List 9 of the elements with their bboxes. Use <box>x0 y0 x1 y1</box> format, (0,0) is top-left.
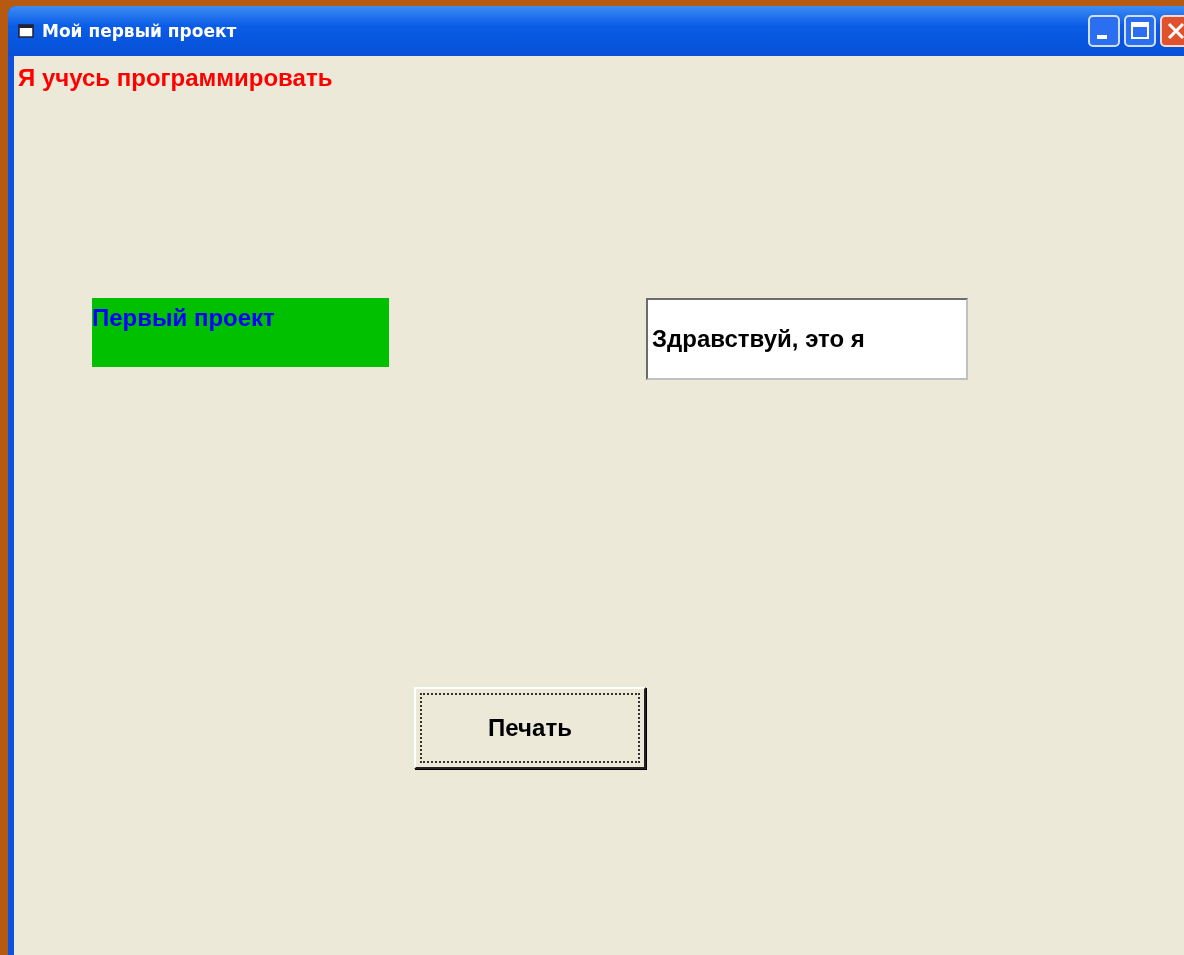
window-icon <box>18 24 34 38</box>
window-title: Мой первый проект <box>42 21 237 41</box>
caption-label: Я учусь программировать <box>18 64 333 92</box>
text-field[interactable]: Здравствуй, это я <box>646 298 968 380</box>
close-button[interactable] <box>1160 15 1184 47</box>
minimize-button[interactable] <box>1088 15 1120 47</box>
project-label: Первый проект <box>92 298 389 367</box>
maximize-button[interactable] <box>1124 15 1156 47</box>
print-button[interactable]: Печать <box>414 687 646 769</box>
